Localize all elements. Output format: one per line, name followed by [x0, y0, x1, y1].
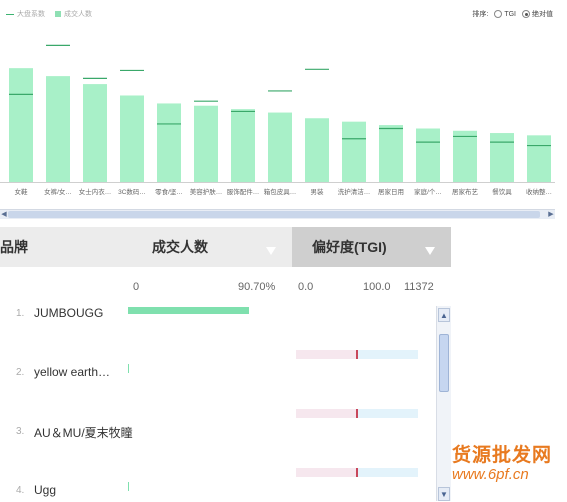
x-tick-label: 美容护肤… — [190, 187, 223, 196]
bar-4[interactable] — [120, 95, 144, 182]
col-deal-header[interactable]: 成交人数 — [152, 227, 208, 267]
x-tick-label: 男装 — [311, 187, 325, 196]
sort-label: 排序: — [472, 11, 489, 18]
tgi-scale-max: 11372 — [404, 281, 434, 293]
bar-6[interactable] — [194, 105, 218, 182]
bar-9[interactable] — [305, 118, 329, 182]
bar-7[interactable] — [231, 109, 255, 182]
x-tick-label: 家庭/个… — [414, 187, 442, 196]
legend-bar-label: 成交人数 — [64, 11, 92, 18]
tgi-indicator — [296, 409, 418, 418]
x-tick-label: 女士内衣… — [79, 187, 112, 196]
bar-13[interactable] — [453, 130, 477, 182]
x-tick-label: 服饰配件… — [227, 187, 260, 196]
deal-share-bar — [128, 307, 249, 314]
bar-2[interactable] — [46, 76, 70, 182]
sort-deal-icon[interactable] — [266, 242, 276, 260]
radio-icon — [494, 10, 503, 18]
bar-1[interactable] — [9, 68, 33, 182]
scroll-left-icon[interactable]: ◀ — [0, 210, 8, 219]
deal-share-bar — [128, 364, 129, 373]
chart-legend: 大盘系数 成交人数 — [6, 9, 92, 19]
chart-horizontal-scrollbar[interactable]: ◀ ▶ — [0, 209, 555, 219]
deal-scale-min: 0 — [133, 281, 140, 293]
bar-14[interactable] — [490, 133, 514, 182]
radio-selected-icon — [522, 10, 530, 19]
sort-options: 排序: TGI 绝对值 — [472, 9, 553, 19]
brand-name[interactable]: JUMBOUGG — [34, 306, 103, 320]
row-rank: 2. — [16, 367, 25, 378]
tgi-marker — [356, 409, 358, 418]
scroll-thumb[interactable] — [8, 211, 540, 218]
legend-line-item[interactable]: 大盘系数 — [6, 9, 45, 19]
table-vertical-scrollbar[interactable]: ▲ ▼ — [436, 306, 451, 501]
tgi-scale-min: 0.0 — [298, 281, 314, 293]
watermark-url: www.6pf.cn — [452, 466, 529, 483]
deal-share-bar — [128, 482, 129, 491]
col-tgi-label: 偏好度(TGI) — [312, 239, 387, 255]
tgi-indicator — [296, 350, 418, 359]
tgi-scale-mid: 100.0 — [363, 281, 391, 293]
bar-15[interactable] — [527, 135, 551, 182]
bar-11[interactable] — [379, 125, 403, 182]
scroll-right-icon[interactable]: ▶ — [547, 210, 555, 219]
x-tick-label: 零食/坚… — [155, 187, 183, 196]
x-tick-label: 女裤/女… — [44, 187, 72, 196]
row-rank: 3. — [16, 426, 25, 437]
scroll-thumb[interactable] — [439, 334, 449, 392]
x-tick-label: 洗护清洁… — [338, 187, 371, 196]
brand-name[interactable]: yellow earth… — [34, 365, 110, 379]
col-deal-label: 成交人数 — [152, 239, 208, 255]
sort-option-tgi-label: TGI — [504, 10, 516, 18]
tgi-marker — [356, 350, 358, 359]
x-tick-label: 居家布艺 — [452, 187, 479, 196]
row-rank: 4. — [16, 485, 25, 496]
brand-name[interactable]: Ugg — [34, 483, 56, 497]
bar-5[interactable] — [157, 103, 181, 182]
sort-option-tgi[interactable]: TGI — [494, 10, 516, 18]
scroll-up-icon[interactable]: ▲ — [438, 308, 450, 322]
bar-3[interactable] — [83, 84, 107, 182]
deal-scale-max: 90.70% — [238, 281, 276, 293]
bar-swatch-icon — [55, 11, 61, 18]
row-rank: 1. — [16, 308, 25, 319]
x-tick-label: 女鞋 — [15, 187, 29, 196]
bar-12[interactable] — [416, 128, 440, 182]
x-tick-label: 收纳整… — [526, 187, 552, 196]
sort-option-absolute-label: 绝对值 — [532, 11, 553, 18]
x-tick-label: 3C数码… — [118, 187, 146, 196]
bar-10[interactable] — [342, 121, 366, 182]
x-tick-label: 箱包皮具… — [264, 187, 297, 196]
legend-bar-item[interactable]: 成交人数 — [55, 9, 92, 19]
col-tgi-header[interactable]: 偏好度(TGI) — [312, 227, 387, 267]
x-tick-label: 餐饮具 — [492, 187, 512, 196]
tgi-marker — [356, 468, 358, 477]
x-tick-label: 居家日用 — [378, 187, 404, 196]
col-brand-header: 品牌 — [0, 239, 28, 255]
brand-name[interactable]: AU＆MU/夏末牧瞳 — [34, 424, 133, 441]
category-bar-chart: 女鞋 女裤/女… 女士内衣… 3C数码… 零食/坚… 美容护肤… 服饰配件… 箱包皮具… 男装 洗… — [0, 44, 555, 196]
legend-line-label: 大盘系数 — [17, 11, 45, 18]
line-swatch-icon — [6, 13, 14, 15]
table-header-bg — [0, 227, 292, 267]
sort-option-absolute[interactable]: 绝对值 — [522, 9, 553, 19]
tgi-indicator — [296, 468, 418, 477]
watermark-title: 货源批发网 — [452, 445, 553, 466]
bar-8[interactable] — [268, 112, 292, 182]
scroll-down-icon[interactable]: ▼ — [438, 487, 450, 501]
sort-tgi-icon[interactable] — [425, 242, 435, 260]
